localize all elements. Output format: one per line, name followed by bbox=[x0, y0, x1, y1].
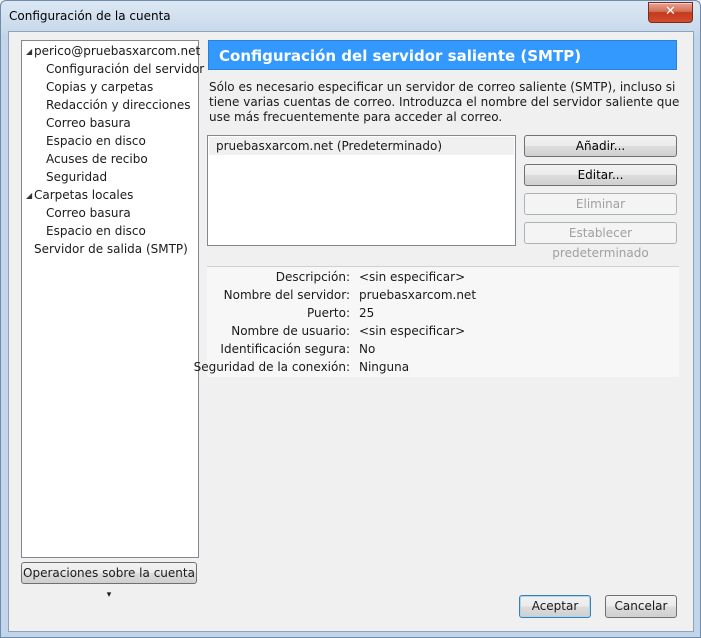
detail-value: <sin especificar> bbox=[359, 324, 466, 338]
detail-value: Ninguna bbox=[359, 360, 410, 374]
tree-item-local-disk-space[interactable]: Espacio en disco bbox=[46, 222, 146, 240]
detail-row-secure-auth: Identificación segura: No bbox=[207, 340, 679, 358]
detail-value: <sin especificar> bbox=[359, 270, 466, 284]
tree-item-local-junk[interactable]: Correo basura bbox=[46, 204, 131, 222]
expand-arrow-icon[interactable]: ◢ bbox=[26, 43, 34, 61]
tree-item-label: Copias y carpetas bbox=[46, 80, 154, 94]
expand-arrow-icon[interactable]: ◢ bbox=[26, 187, 34, 205]
server-details: Descripción: <sin especificar> Nombre de… bbox=[194, 266, 679, 377]
set-default-button[interactable]: Establecer predeterminado bbox=[524, 222, 677, 260]
tree-item-local-folders[interactable]: ◢ Carpetas locales bbox=[26, 186, 133, 204]
add-server-button[interactable]: Añadir... bbox=[524, 135, 677, 157]
detail-row-connection-security: Seguridad de la conexión: Ninguna bbox=[194, 358, 679, 376]
tree-item-label: Redacción y direcciones bbox=[46, 98, 191, 112]
detail-row-description: Descripción: <sin especificar> bbox=[207, 268, 679, 286]
tree-item-label: Correo basura bbox=[46, 206, 131, 220]
title-bar[interactable]: Configuración de la cuenta ✕ bbox=[1, 1, 700, 31]
detail-value: No bbox=[359, 342, 376, 356]
tree-item-label: Espacio en disco bbox=[46, 134, 146, 148]
tree-item-label: perico@pruebasxarcom.net bbox=[34, 44, 201, 58]
cancel-button[interactable]: Cancelar bbox=[605, 595, 677, 618]
tree-item-label: Configuración del servidor bbox=[46, 62, 205, 76]
tree-item-composition[interactable]: Redacción y direcciones bbox=[46, 96, 190, 114]
tree-item-account[interactable]: ◢ perico@pruebasxarcom.net bbox=[26, 42, 200, 60]
detail-label: Nombre de usuario: bbox=[231, 324, 350, 338]
account-settings-window: Configuración de la cuenta ✕ ◢ perico@pru… bbox=[0, 0, 701, 638]
tree-item-junk[interactable]: Correo basura bbox=[46, 114, 131, 132]
detail-label: Descripción: bbox=[275, 270, 350, 284]
detail-label: Nombre del servidor: bbox=[223, 288, 350, 302]
detail-row-server-name: Nombre del servidor: pruebasxarcom.net bbox=[207, 286, 679, 304]
tree-item-label: Carpetas locales bbox=[34, 188, 134, 202]
page-title: Configuración del servidor saliente (SMT… bbox=[208, 40, 677, 70]
delete-server-button[interactable]: Eliminar bbox=[524, 193, 677, 215]
tree-item-security[interactable]: Seguridad bbox=[46, 168, 107, 186]
dialog-client-area: ◢ perico@pruebasxarcom.net Configuración … bbox=[8, 31, 694, 632]
tree-item-disk-space[interactable]: Espacio en disco bbox=[46, 132, 146, 150]
tree-item-server-settings[interactable]: Configuración del servidor bbox=[46, 60, 204, 78]
tree-item-label: Correo basura bbox=[46, 116, 131, 130]
close-button[interactable]: ✕ bbox=[648, 2, 693, 23]
list-item[interactable]: pruebasxarcom.net (Predeterminado) bbox=[209, 137, 514, 155]
tree-item-label: Seguridad bbox=[46, 170, 108, 184]
tree-item-label: Espacio en disco bbox=[46, 224, 146, 238]
tree-item-label: Acuses de recibo bbox=[46, 152, 148, 166]
window-title: Configuración de la cuenta bbox=[9, 9, 171, 23]
tree-item-receipts[interactable]: Acuses de recibo bbox=[46, 150, 148, 168]
tree-item-label: Servidor de salida (SMTP) bbox=[34, 242, 188, 256]
account-actions-label: Operaciones sobre la cuenta bbox=[23, 566, 195, 580]
detail-value: pruebasxarcom.net bbox=[359, 288, 477, 302]
edit-server-button[interactable]: Editar... bbox=[524, 164, 677, 186]
accept-button[interactable]: Aceptar bbox=[519, 595, 591, 618]
smtp-server-list[interactable]: pruebasxarcom.net (Predeterminado) bbox=[207, 135, 516, 246]
dropdown-arrow-icon: ▾ bbox=[106, 590, 112, 600]
tree-item-smtp-server[interactable]: Servidor de salida (SMTP) bbox=[34, 240, 188, 258]
smtp-description: Sólo es necesario especificar un servido… bbox=[209, 80, 680, 124]
detail-label: Seguridad de la conexión: bbox=[193, 360, 350, 374]
tree-item-copies-folders[interactable]: Copias y carpetas bbox=[46, 78, 153, 96]
account-actions-button[interactable]: Operaciones sobre la cuenta ▾ bbox=[21, 562, 197, 600]
detail-label: Identificación segura: bbox=[220, 342, 350, 356]
detail-label: Puerto: bbox=[306, 306, 350, 320]
account-tree[interactable]: ◢ perico@pruebasxarcom.net Configuración … bbox=[21, 40, 204, 558]
detail-row-username: Nombre de usuario: <sin especificar> bbox=[207, 322, 679, 340]
close-icon: ✕ bbox=[665, 4, 676, 19]
detail-row-port: Puerto: 25 bbox=[207, 304, 679, 322]
detail-value: 25 bbox=[359, 306, 375, 320]
